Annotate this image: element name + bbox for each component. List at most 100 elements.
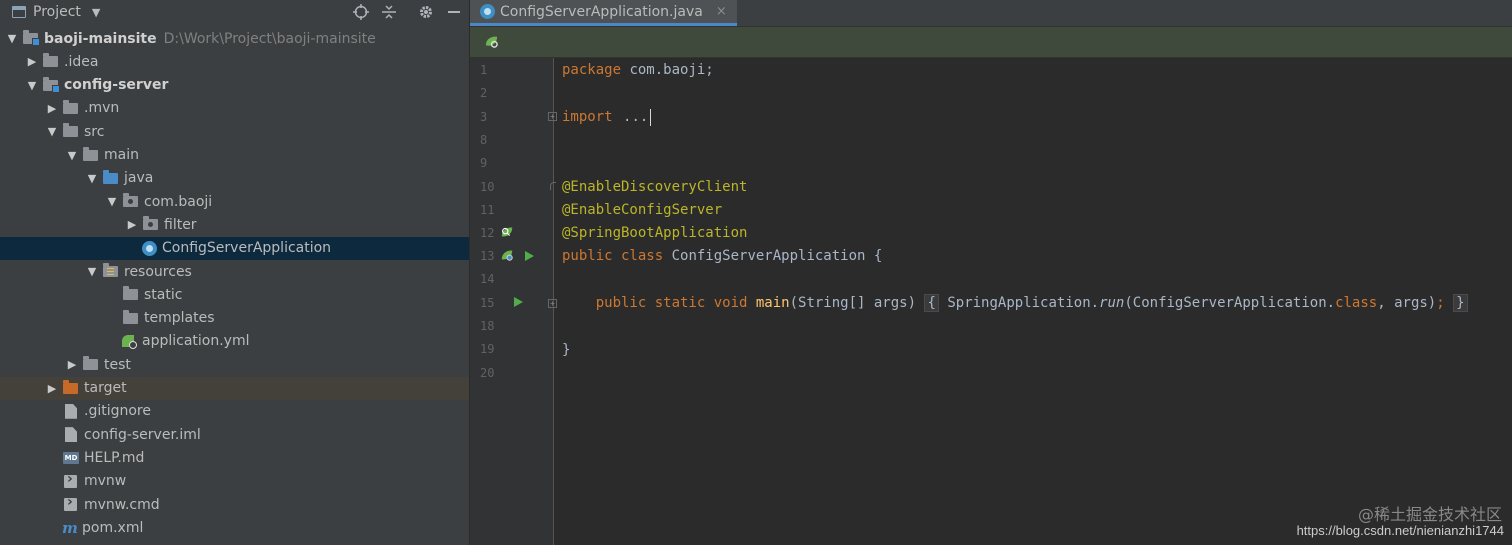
folded-imports[interactable]: ... <box>621 109 650 125</box>
spring-class-icon <box>480 4 495 19</box>
tree-item[interactable]: ▶MDHELP.md <box>0 446 469 469</box>
tree-item[interactable]: ▼ src <box>0 120 469 143</box>
tree-item[interactable]: ▶ConfigServerApplication <box>0 236 469 260</box>
tab-label: ConfigServerApplication.java <box>500 3 703 20</box>
spring-bean-gutter-icon[interactable] <box>500 225 514 239</box>
spring-bean-icon[interactable] <box>484 34 499 49</box>
chevron-down-icon[interactable]: ▼ <box>83 171 101 185</box>
folder-icon <box>83 356 98 371</box>
tree-item[interactable]: ▶static <box>0 283 469 306</box>
folder-icon <box>123 286 138 301</box>
tree-item-label: test <box>104 356 131 373</box>
code-text: com.baoji; <box>621 62 714 78</box>
tree-item-label: pom.xml <box>82 519 144 536</box>
tree-item-label: templates <box>144 310 215 327</box>
locate-icon[interactable] <box>351 2 371 22</box>
tree-item-label: config-server.iml <box>84 426 201 443</box>
chevron-down-icon[interactable]: ▼ <box>63 148 81 162</box>
chevron-down-icon[interactable]: ▼ <box>103 195 121 209</box>
package-icon <box>143 216 158 231</box>
text-caret <box>650 108 652 126</box>
fold-toggle-icon[interactable]: + <box>548 299 557 308</box>
project-toolbar: Project ▼ <box>0 0 469 24</box>
code-line-15: public static void main(String[] args) {… <box>562 293 1468 313</box>
editor-tab-active[interactable]: ConfigServerApplication.java × <box>470 0 737 26</box>
chevron-right-icon[interactable]: ▶ <box>123 218 141 232</box>
keyword: public class <box>562 248 664 264</box>
project-panel-icon <box>12 6 26 18</box>
script-icon <box>64 471 77 488</box>
tree-item[interactable]: ▶mpom.xml <box>0 516 469 539</box>
chevron-right-icon[interactable]: ▶ <box>63 358 81 372</box>
collapse-all-icon[interactable] <box>379 2 399 22</box>
tree-item[interactable]: ▶.gitignore <box>0 400 469 423</box>
run-icon[interactable] <box>514 297 523 307</box>
tree-item[interactable]: ▶ target <box>0 376 469 400</box>
tree-item[interactable]: ▶config-server.iml <box>0 423 469 446</box>
spring-bean-gutter-icon[interactable] <box>500 248 514 262</box>
project-view-selector[interactable]: Project ▼ <box>12 3 100 21</box>
folder-icon <box>43 53 58 68</box>
keyword: import <box>562 109 613 125</box>
tree-item[interactable]: ▼ baoji-mainsite D:\Work\Project\baoji-mai… <box>0 27 469 50</box>
chevron-right-icon[interactable]: ▶ <box>23 55 41 69</box>
watermark-url: https://blog.csdn.net/nienianzhi1744 <box>1296 523 1504 538</box>
chevron-down-icon[interactable]: ▼ <box>43 125 61 139</box>
folder-icon <box>63 123 78 138</box>
project-panel: Project ▼ ▼ baoji-mainsite D:\Work\Project… <box>0 0 469 545</box>
line-number: 18 <box>480 319 495 333</box>
tree-item-label: .idea <box>64 53 99 70</box>
tree-item[interactable]: ▼ resources <box>0 260 469 283</box>
watermark-juejin: @稀土掘金技术社区 <box>1357 505 1502 524</box>
chevron-down-icon[interactable]: ▼ <box>3 32 21 46</box>
line-number: 14 <box>480 272 495 286</box>
spring-notification-bar <box>470 27 1512 58</box>
maven-icon: m <box>62 518 78 537</box>
tree-item-path: D:\Work\Project\baoji-mainsite <box>163 30 376 47</box>
folded-brace[interactable]: { <box>924 294 939 312</box>
folded-brace[interactable]: } <box>1453 294 1468 312</box>
close-icon[interactable]: × <box>716 4 727 19</box>
package-icon <box>123 193 138 208</box>
tree-item-label: src <box>84 123 105 140</box>
chevron-right-icon[interactable]: ▶ <box>43 381 61 395</box>
chevron-right-icon[interactable]: ▶ <box>43 101 61 115</box>
line-number: 12 <box>480 226 495 240</box>
folder-icon <box>123 309 138 324</box>
gear-icon[interactable] <box>416 2 436 22</box>
tree-item-label: .mvn <box>84 100 120 117</box>
semicolon: ; <box>1436 295 1445 311</box>
code-line-12: @SpringBootApplication <box>562 225 748 241</box>
tree-item[interactable]: ▼ main <box>0 144 469 167</box>
chevron-down-icon[interactable]: ▼ <box>23 78 41 92</box>
tree-item[interactable]: ▼ config-server <box>0 74 469 97</box>
code-text: SpringApplication. <box>938 295 1100 311</box>
tree-item[interactable]: ▶ filter <box>0 213 469 236</box>
fold-marker-icon[interactable] <box>550 182 556 190</box>
tree-item[interactable]: ▶mvnw.cmd <box>0 493 469 516</box>
editor-tab-bar: ConfigServerApplication.java × <box>470 0 1512 27</box>
folder-icon <box>63 99 78 114</box>
fold-toggle-icon[interactable]: + <box>548 112 557 121</box>
tree-item[interactable]: ▶templates <box>0 307 469 330</box>
keyword: package <box>562 62 622 78</box>
chevron-down-icon: ▼ <box>91 5 101 19</box>
tree-item-label: mvnw <box>84 473 127 490</box>
tree-item[interactable]: ▶ .idea <box>0 50 469 73</box>
method-name: main <box>755 295 790 311</box>
spring-class-icon <box>142 240 157 256</box>
chevron-down-icon[interactable]: ▼ <box>83 265 101 279</box>
tree-item[interactable]: ▶ test <box>0 353 469 376</box>
tree-item[interactable]: ▶application.yml <box>0 330 469 353</box>
line-number: 8 <box>480 133 488 147</box>
method-call: run <box>1099 295 1125 311</box>
tree-item[interactable]: ▶ .mvn <box>0 97 469 120</box>
run-icon[interactable] <box>525 251 534 261</box>
tree-item[interactable]: ▶mvnw <box>0 470 469 493</box>
code-line-11: @EnableConfigServer <box>562 202 723 218</box>
tree-item-label: main <box>104 147 139 163</box>
tree-item[interactable]: ▼ com.baoji <box>0 190 469 213</box>
tree-item[interactable]: ▼ java <box>0 167 469 190</box>
hide-icon[interactable] <box>444 2 464 22</box>
code-text: , args) <box>1377 295 1437 311</box>
